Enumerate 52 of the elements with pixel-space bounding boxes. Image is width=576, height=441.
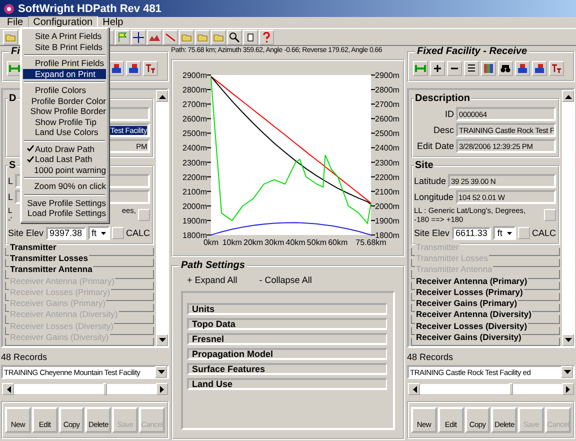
axis-label: 30km <box>264 238 284 247</box>
axis-label: 2200m <box>375 172 400 182</box>
field-label: CALC <box>126 228 150 238</box>
axis-label: 2800m <box>375 86 400 95</box>
axis-label: 2900m <box>182 71 207 80</box>
field-label: Desc <box>432 125 454 135</box>
axis-label: 2500m <box>375 129 400 138</box>
axis-label: 2300m <box>182 158 207 168</box>
field-label: Site Elev <box>414 228 450 238</box>
axis-label: 2100m <box>375 187 400 196</box>
axis-label: 2700m <box>182 100 207 110</box>
axis-label: 2900m <box>375 71 400 80</box>
axis-label: 2000m <box>375 202 400 211</box>
axis-label: 0km <box>203 238 219 247</box>
axis-label: 2500m <box>182 129 207 138</box>
axis-label: 2700m <box>375 100 400 110</box>
axis-label: 40km <box>286 238 306 247</box>
field-label: Longitude <box>414 192 454 202</box>
axis-label: 2300m <box>375 158 400 168</box>
axis-label: 60km <box>328 238 348 247</box>
axis-label: 2100m <box>182 187 207 196</box>
axis-label: 1800m <box>375 231 400 240</box>
axis-label: 2000m <box>182 202 207 211</box>
axis-label: 1800m <box>182 231 207 240</box>
field-label: Site Elev <box>8 228 44 238</box>
axis-label: 50km <box>306 238 326 247</box>
group-title: D <box>8 93 18 104</box>
window-title: SoftWright HDPath Rev 481 <box>18 2 162 14</box>
field-label: CALC <box>532 228 556 238</box>
field-label: Latitude <box>414 176 446 186</box>
axis-label: 2600m <box>375 114 400 124</box>
axis-label: 75.68km <box>356 238 386 247</box>
group-title: S <box>8 160 17 171</box>
field-label: L <box>8 176 14 186</box>
group-title: Fixed Facility - Receive <box>415 46 530 57</box>
group-title: Description <box>414 93 472 104</box>
axis-label: 2400m <box>375 144 400 153</box>
field-label: L <box>8 192 14 202</box>
axis-label: 20km <box>244 238 264 247</box>
group-title: Site <box>414 160 434 171</box>
axis-label: 2600m <box>182 114 207 124</box>
axis-label: 2800m <box>182 86 207 95</box>
axis-label: 2200m <box>182 172 207 182</box>
record-count: 48 Records <box>1 352 48 362</box>
field-label: Edit Date <box>416 141 454 151</box>
axis-label: 10km <box>222 238 242 247</box>
group-title: Path Settings <box>179 260 247 271</box>
axis-label: 1900m <box>182 216 207 226</box>
field-label: ID <box>444 109 454 119</box>
record-count: 48 Records <box>407 352 454 362</box>
axis-label: 1900m <box>375 216 400 226</box>
axis-label: 2400m <box>182 144 207 153</box>
